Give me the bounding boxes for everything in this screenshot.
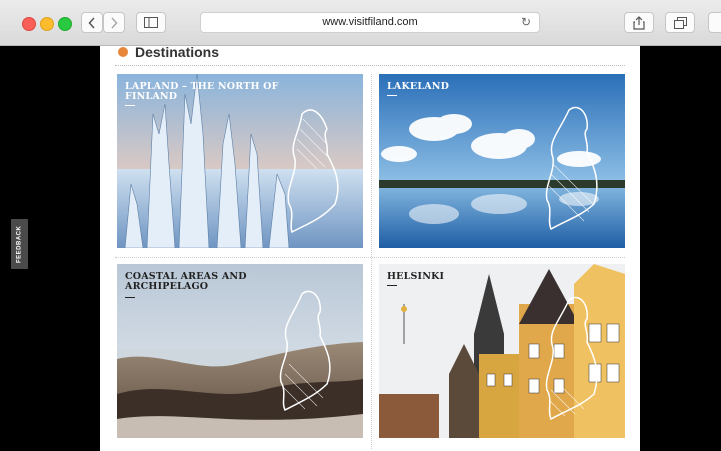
destination-card-coastal[interactable]: COASTAL AREAS AND ARCHIPELAGO: [117, 264, 363, 438]
card-title: LAPLAND – THE NORTH OF FINLAND: [125, 81, 279, 102]
minimize-window-button[interactable]: [40, 17, 54, 31]
feedback-tab[interactable]: FEEDBACK: [11, 219, 28, 269]
card-title-underline: [387, 95, 397, 96]
sidebar-icon: [144, 17, 158, 28]
forward-chevron-icon: [111, 16, 118, 29]
card-title: LAKELAND: [387, 81, 450, 92]
url-text: www.visitfiland.com: [322, 16, 418, 28]
card-title: COASTAL AREAS AND ARCHIPELAGO: [125, 271, 247, 292]
card-title-underline: [125, 297, 135, 298]
page-content: Destinations LAPLAND – THE NORTH OF FINL…: [100, 46, 640, 451]
destination-card-lakeland[interactable]: LAKELAND: [379, 74, 625, 248]
lakeland-photo: [379, 74, 625, 248]
add-tab-button[interactable]: [708, 12, 721, 33]
card-title: HELSINKI: [387, 271, 445, 282]
share-icon: [633, 15, 645, 30]
tabs-button[interactable]: [665, 12, 695, 33]
back-button[interactable]: [81, 12, 103, 33]
address-bar[interactable]: www.visitfiland.com ↻: [200, 12, 540, 33]
section-title: Destinations: [135, 46, 220, 60]
share-button[interactable]: [624, 12, 654, 33]
reload-icon[interactable]: ↻: [521, 15, 531, 30]
tabs-icon: [673, 16, 687, 29]
divider: [115, 65, 625, 66]
destination-card-lapland[interactable]: LAPLAND – THE NORTH OF FINLAND: [117, 74, 363, 248]
section-bullet-icon: [118, 47, 128, 57]
helsinki-photo: [379, 264, 625, 438]
destination-card-helsinki[interactable]: HELSINKI: [379, 264, 625, 438]
zoom-window-button[interactable]: [58, 17, 72, 31]
card-title-underline: [387, 285, 397, 286]
card-title-underline: [125, 105, 135, 106]
close-window-button[interactable]: [22, 17, 36, 31]
sidebar-button[interactable]: [136, 12, 166, 33]
browser-toolbar: www.visitfiland.com ↻: [0, 0, 721, 46]
back-chevron-icon: [88, 16, 95, 29]
section-header: Destinations: [118, 46, 219, 60]
forward-button[interactable]: [103, 12, 125, 33]
divider: [115, 257, 625, 258]
divider: [371, 74, 373, 449]
